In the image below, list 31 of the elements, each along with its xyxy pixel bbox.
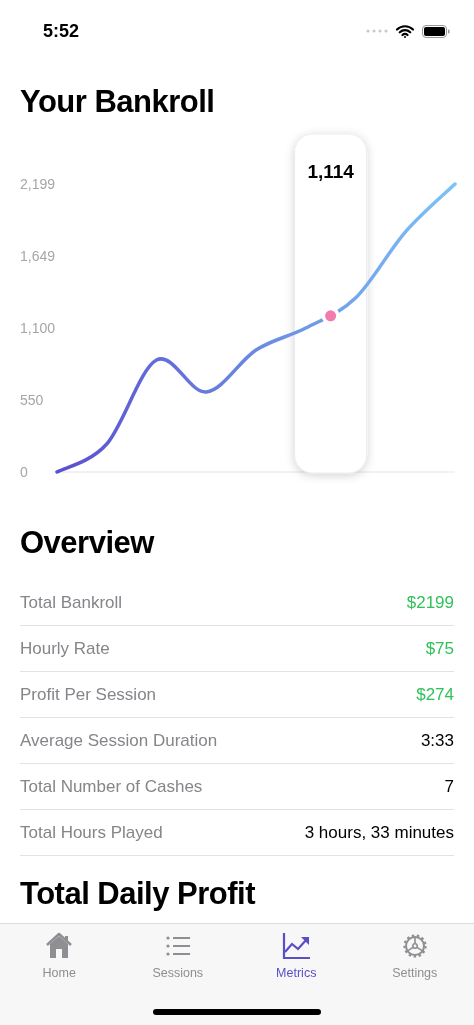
stat-value: 3 hours, 33 minutes <box>304 822 454 843</box>
signal-icon <box>366 29 388 33</box>
axis-label: 0 <box>20 464 28 480</box>
section-heading: Overview <box>20 524 156 562</box>
tooltip-value: 1,114 <box>307 161 354 182</box>
tab-item[interactable]: Settings <box>374 930 455 980</box>
stat-value: $2199 <box>406 592 454 613</box>
battery-icon <box>422 24 450 38</box>
stat-label: Total Number of Cashes <box>20 776 203 797</box>
stat-label: Total Hours Played <box>20 822 163 843</box>
stat-value: $75 <box>425 638 454 659</box>
axis-label: 2,199 <box>20 176 56 192</box>
axis-label: 1,649 <box>20 248 56 265</box>
stat-label: Total Bankroll <box>20 592 123 613</box>
stat-value: $274 <box>416 684 454 705</box>
page-title: Your Bankroll <box>20 83 216 121</box>
selected-point <box>321 306 340 325</box>
section-heading: Total Daily Profit <box>20 875 257 913</box>
chart-icon <box>280 930 313 962</box>
stat-value: 7 <box>444 776 454 797</box>
stat-value: 3:33 <box>420 730 454 751</box>
tab-item[interactable]: Metrics <box>256 930 337 980</box>
tab-item[interactable]: Sessions <box>137 930 218 980</box>
stat-label: Profit Per Session <box>20 684 157 705</box>
wifi-icon <box>396 24 414 38</box>
axis-label: 1,100 <box>20 319 56 336</box>
tab-item[interactable]: Home <box>19 930 100 980</box>
status-time: 5:52 <box>43 20 80 42</box>
axis-label: 550 <box>20 391 44 408</box>
stat-label: Average Session Duration <box>20 730 218 751</box>
stat-label: Hourly Rate <box>20 638 110 659</box>
